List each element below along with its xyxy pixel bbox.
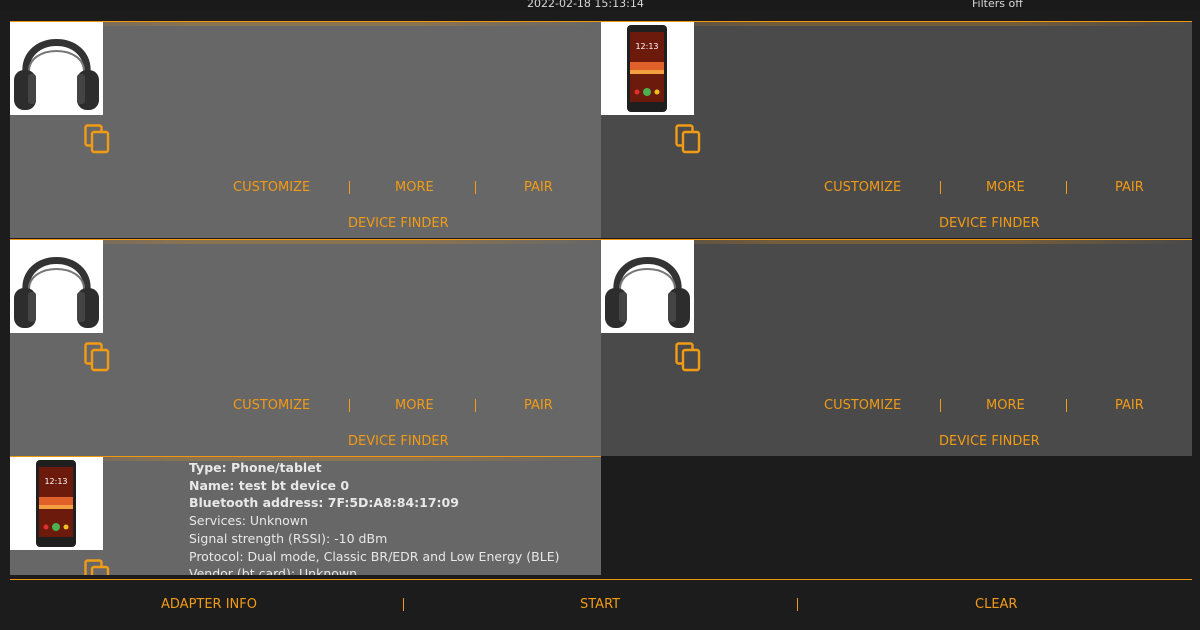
copy-icon[interactable] bbox=[84, 559, 110, 575]
separator bbox=[1066, 181, 1067, 194]
phone-clock: 12:13 bbox=[44, 477, 67, 486]
device-finder-button[interactable]: DEVICE FINDER bbox=[348, 434, 449, 449]
separator bbox=[797, 598, 798, 611]
more-button[interactable]: MORE bbox=[986, 180, 1025, 195]
pair-button[interactable]: PAIR bbox=[524, 398, 553, 413]
headphones-icon bbox=[14, 257, 99, 328]
detail-rssi: Signal strength (RSSI): -10 dBm bbox=[189, 530, 388, 546]
detail-address: Bluetooth address: 7F:5D:A8:84:17:09 bbox=[189, 495, 459, 511]
pair-button[interactable]: PAIR bbox=[524, 180, 553, 195]
separator bbox=[475, 181, 476, 194]
device-thumbnail bbox=[10, 22, 103, 115]
more-button[interactable]: MORE bbox=[395, 398, 434, 413]
separator bbox=[403, 598, 404, 611]
device-thumbnail bbox=[10, 240, 103, 333]
separator bbox=[940, 399, 941, 412]
more-button[interactable]: MORE bbox=[395, 180, 434, 195]
more-button[interactable]: MORE bbox=[986, 398, 1025, 413]
copy-icon[interactable] bbox=[675, 124, 701, 154]
customize-button[interactable]: CUSTOMIZE bbox=[824, 398, 901, 413]
device-card[interactable]: CUSTOMIZE MORE PAIR DEVICE FINDER bbox=[601, 239, 1192, 456]
detail-services: Services: Unknown bbox=[189, 513, 308, 529]
device-details: Type: Phone/tablet Name: test bt device … bbox=[189, 459, 559, 575]
clear-button[interactable]: CLEAR bbox=[975, 597, 1017, 612]
customize-button[interactable]: CUSTOMIZE bbox=[233, 398, 310, 413]
copy-icon[interactable] bbox=[675, 342, 701, 372]
detail-protocol: Protocol: Dual mode, Classic BR/EDR and … bbox=[189, 548, 560, 564]
start-button[interactable]: START bbox=[580, 597, 620, 612]
headphones-icon bbox=[605, 257, 690, 328]
customize-button[interactable]: CUSTOMIZE bbox=[824, 180, 901, 195]
copy-icon[interactable] bbox=[84, 342, 110, 372]
copy-icon[interactable] bbox=[84, 124, 110, 154]
customize-button[interactable]: CUSTOMIZE bbox=[233, 180, 310, 195]
device-finder-button[interactable]: DEVICE FINDER bbox=[348, 216, 449, 231]
device-thumbnail bbox=[601, 240, 694, 333]
pair-button[interactable]: PAIR bbox=[1115, 180, 1144, 195]
adapter-info-button[interactable]: ADAPTER INFO bbox=[161, 597, 257, 612]
separator bbox=[349, 181, 350, 194]
separator bbox=[1066, 399, 1067, 412]
device-finder-button[interactable]: DEVICE FINDER bbox=[939, 216, 1040, 231]
status-bar: 2022-02-18 15:13:14 Filters off bbox=[0, 0, 1200, 11]
phone-icon: 12:13 bbox=[627, 25, 667, 112]
device-card[interactable]: CUSTOMIZE MORE PAIR DEVICE FINDER bbox=[10, 21, 601, 238]
detail-vendor: Vendor (bt card): Unknown bbox=[189, 566, 358, 575]
device-thumbnail: 12:13 bbox=[10, 457, 103, 550]
detail-type: Type: Phone/tablet bbox=[189, 460, 322, 475]
filters-status: Filters off bbox=[972, 0, 1023, 10]
divider bbox=[10, 579, 1192, 580]
device-card[interactable]: CUSTOMIZE MORE PAIR DEVICE FINDER bbox=[10, 239, 601, 456]
headphones-icon bbox=[14, 39, 99, 110]
separator bbox=[940, 181, 941, 194]
device-card[interactable]: 12:13 CUSTOMIZE MORE PAIR DEVICE FINDER bbox=[601, 21, 1192, 238]
bottom-action-bar: ADAPTER INFO START CLEAR bbox=[0, 579, 1200, 630]
detail-name: Name: test bt device 0 bbox=[189, 477, 350, 493]
device-finder-button[interactable]: DEVICE FINDER bbox=[939, 434, 1040, 449]
separator bbox=[475, 399, 476, 412]
device-thumbnail: 12:13 bbox=[601, 22, 694, 115]
phone-icon: 12:13 bbox=[36, 460, 76, 547]
phone-clock: 12:13 bbox=[635, 42, 658, 51]
separator bbox=[349, 399, 350, 412]
device-detail-card[interactable]: 12:13 Type: Phone/tablet Name: test bt d… bbox=[10, 456, 601, 575]
pair-button[interactable]: PAIR bbox=[1115, 398, 1144, 413]
datetime-text: 2022-02-18 15:13:14 bbox=[527, 0, 644, 10]
